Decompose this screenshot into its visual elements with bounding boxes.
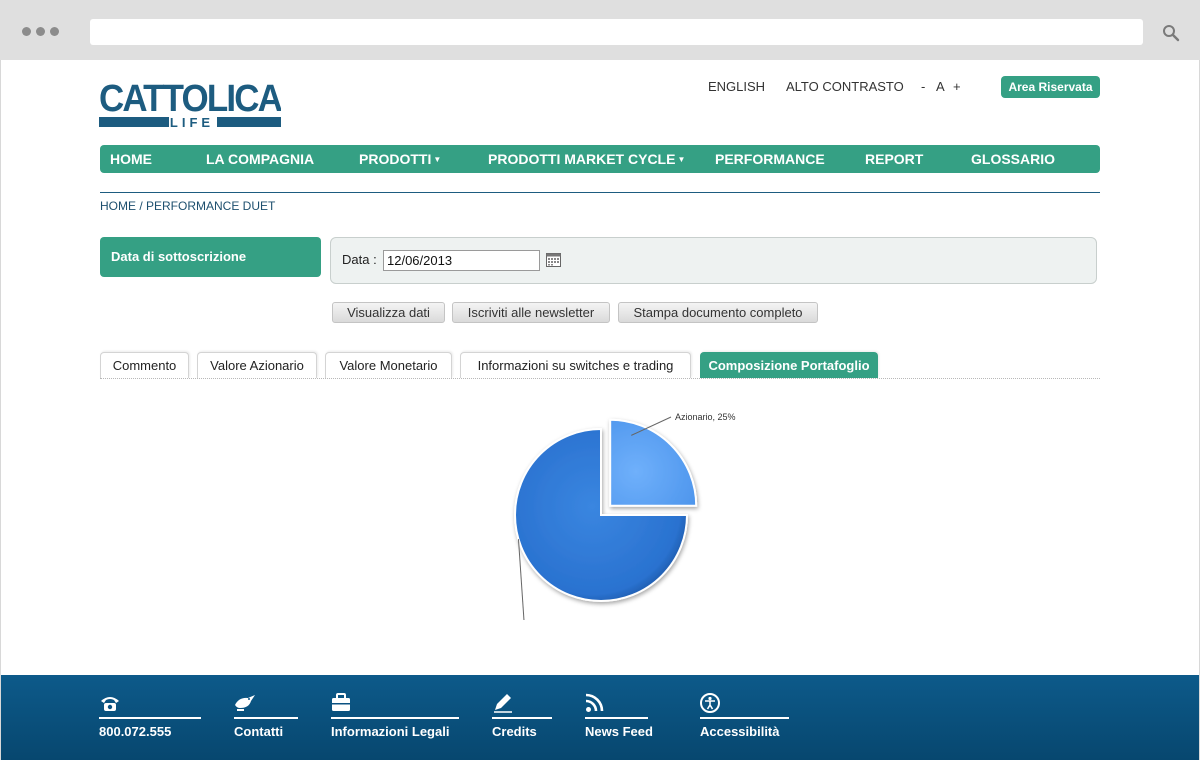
print-document-button[interactable]: Stampa documento completo xyxy=(618,302,818,323)
footer-underline xyxy=(234,717,298,719)
briefcase-icon xyxy=(332,693,350,711)
web-page: CATTOLICA LIFE ENGLISH ALTO CONTRASTO - … xyxy=(0,60,1200,760)
footer-label: Credits xyxy=(492,724,537,739)
contact-bird-icon xyxy=(235,695,255,711)
footer-label: Contatti xyxy=(234,724,284,739)
window-dot[interactable] xyxy=(22,27,31,36)
footer-label: Informazioni Legali xyxy=(331,724,450,739)
nav-label: PRODOTTI MARKET CYCLE xyxy=(488,151,676,167)
accessibility-icon xyxy=(700,693,720,713)
footer-underline xyxy=(585,717,648,719)
date-label: Data : xyxy=(342,252,377,267)
date-input[interactable] xyxy=(383,250,540,271)
tab-commento[interactable]: Commento xyxy=(100,352,189,378)
visualizza-dati-button[interactable]: Visualizza dati xyxy=(332,302,445,323)
chevron-down-icon: ▼ xyxy=(677,155,686,164)
window-controls xyxy=(22,27,59,36)
nav-label: LA COMPAGNIA xyxy=(206,151,315,167)
browser-chrome xyxy=(0,0,1200,60)
nav-home[interactable]: HOME xyxy=(110,145,152,173)
window-dot[interactable] xyxy=(50,27,59,36)
pie-label-azionario: Azionario, 25% xyxy=(675,412,736,422)
footer-underline xyxy=(700,717,789,719)
area-riservata-button[interactable]: Area Riservata xyxy=(1001,76,1100,98)
nav-la-compagnia[interactable]: LA COMPAGNIA xyxy=(206,145,314,173)
high-contrast-link[interactable]: ALTO CONTRASTO xyxy=(786,79,904,94)
window-dot[interactable] xyxy=(36,27,45,36)
nav-label: PRODOTTI xyxy=(359,151,432,167)
font-decrease-link[interactable]: - xyxy=(921,79,925,94)
tab-switches-trading[interactable]: Informazioni su switches e trading xyxy=(460,352,691,378)
tab-composizione-portafoglio[interactable]: Composizione Portafoglio xyxy=(700,352,878,378)
font-reset-link[interactable]: A xyxy=(936,79,945,94)
english-link[interactable]: ENGLISH xyxy=(708,79,765,94)
font-increase-link[interactable]: + xyxy=(953,79,961,94)
address-bar[interactable] xyxy=(90,19,1143,45)
svg-text:LIFE: LIFE xyxy=(170,115,214,130)
nav-label: HOME xyxy=(110,151,152,167)
nav-label: PERFORMANCE xyxy=(715,151,825,167)
newsletter-button[interactable]: Iscriviti alle newsletter xyxy=(452,302,610,323)
tab-valore-monetario[interactable]: Valore Monetario xyxy=(325,352,452,378)
nav-report[interactable]: REPORT xyxy=(865,145,923,173)
footer-underline xyxy=(492,717,552,719)
nav-glossario[interactable]: GLOSSARIO xyxy=(971,145,1055,173)
pie-slice-azionario[interactable] xyxy=(609,418,698,507)
svg-text:CATTOLICA: CATTOLICA xyxy=(99,78,281,120)
tab-valore-azionario[interactable]: Valore Azionario xyxy=(197,352,317,378)
calendar-icon[interactable] xyxy=(546,252,561,267)
nav-performance[interactable]: PERFORMANCE xyxy=(715,145,825,173)
nav-label: REPORT xyxy=(865,151,924,167)
nav-prodotti[interactable]: PRODOTTI ▼ xyxy=(359,145,441,173)
phone-icon xyxy=(101,697,119,711)
footer-label: 800.072.555 xyxy=(99,724,172,739)
footer-underline xyxy=(331,717,459,719)
footer-label: News Feed xyxy=(585,724,653,739)
cattolica-life-logo[interactable]: CATTOLICA LIFE xyxy=(99,76,281,130)
tabs-baseline xyxy=(100,378,1100,379)
nav-prodotti-market-cycle[interactable]: PRODOTTI MARKET CYCLE ▼ xyxy=(488,145,685,173)
divider xyxy=(100,192,1100,193)
subscription-date-label: Data di sottoscrizione xyxy=(100,237,321,277)
chevron-down-icon: ▼ xyxy=(433,155,442,164)
rss-icon xyxy=(585,693,604,712)
main-nav: HOME LA COMPAGNIA PRODOTTI ▼ PRODOTTI MAR… xyxy=(100,145,1100,173)
pen-icon xyxy=(494,694,512,713)
footer-underline xyxy=(99,717,201,719)
nav-label: GLOSSARIO xyxy=(971,151,1056,167)
search-icon[interactable] xyxy=(1162,24,1180,42)
footer-label: Accessibilità xyxy=(700,724,780,739)
portfolio-pie-chart: Azionario, 25%Monetario, 75% xyxy=(514,412,736,620)
breadcrumb: HOME / PERFORMANCE DUET xyxy=(100,199,276,213)
date-panel: Data : xyxy=(330,237,1097,284)
site-footer: 800.072.555 Contatti Informazioni Legali xyxy=(1,675,1199,760)
